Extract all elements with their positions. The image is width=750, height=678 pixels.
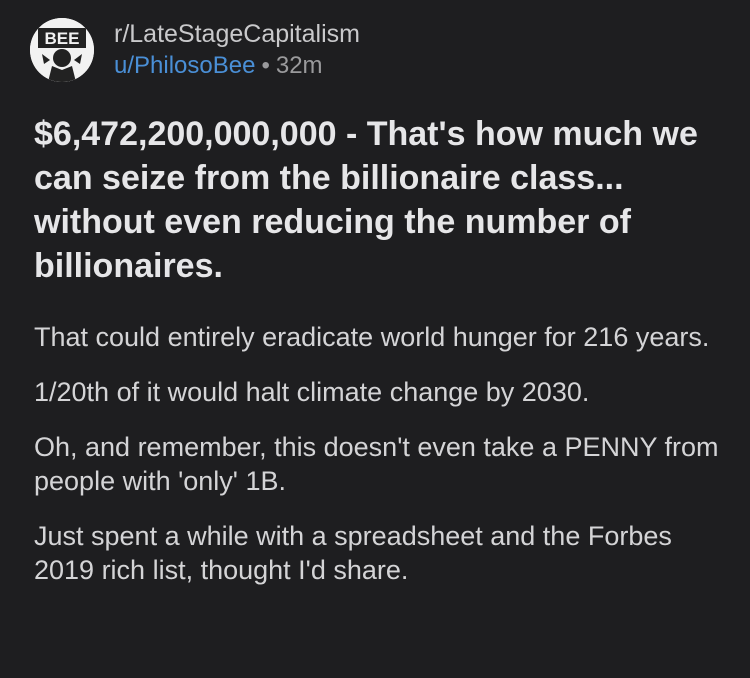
svg-text:BEE: BEE (45, 29, 80, 48)
reddit-post: BEE r/LateStageCapitalism u/PhilosoBee • 3… (0, 0, 750, 678)
body-paragraph: Oh, and remember, this doesn't even take… (34, 432, 719, 496)
subreddit-link[interactable]: r/LateStageCapitalism (114, 19, 360, 49)
post-header: BEE r/LateStageCapitalism u/PhilosoBee • 3… (30, 18, 360, 82)
post-title[interactable]: $6,472,200,000,000 - That's how much we … (34, 112, 724, 288)
subreddit-avatar[interactable]: BEE (30, 18, 94, 82)
bee-logo-icon: BEE (30, 18, 94, 82)
meta-separator: • (261, 52, 270, 79)
author-link[interactable]: u/PhilosoBee (114, 52, 255, 79)
author-line: u/PhilosoBee • 32m (114, 51, 360, 81)
body-paragraph: Just spent a while with a spreadsheet an… (34, 521, 672, 585)
post-age: 32m (275, 52, 323, 79)
body-paragraph: 1/20th of it would halt climate change b… (34, 377, 590, 407)
post-body: That could entirely eradicate world hung… (34, 320, 724, 608)
post-meta: r/LateStageCapitalism u/PhilosoBee • 32m (114, 19, 360, 81)
body-paragraph: That could entirely eradicate world hung… (34, 322, 710, 352)
